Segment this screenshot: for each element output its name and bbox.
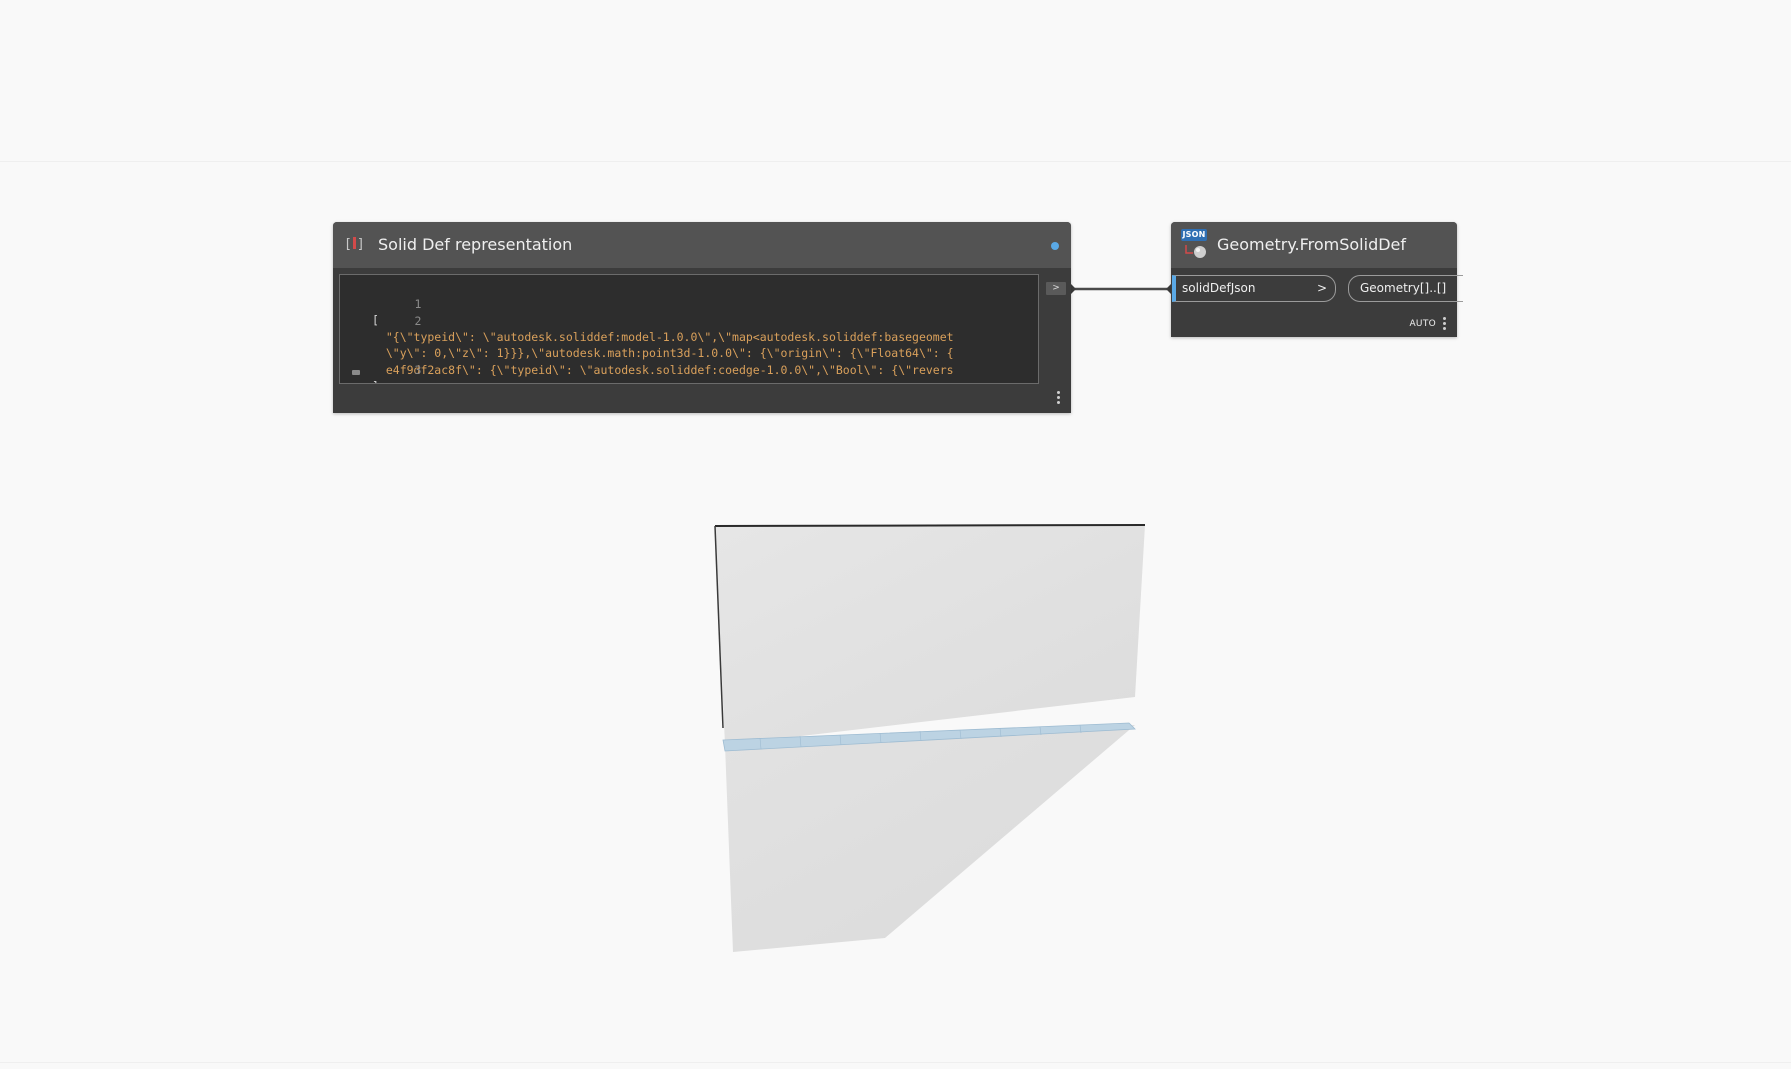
code-line: e4f9df2ac8f\": {\"typeid\": \"autodesk.s… <box>340 330 954 377</box>
code-block-icon: [] <box>344 237 365 252</box>
workspace-canvas[interactable]: [] Solid Def representation 1 [ 2 "{\"ty… <box>0 0 1791 1069</box>
input-port-label: solidDefJson <box>1182 281 1256 295</box>
geometry-sphere-icon <box>1185 245 1206 258</box>
code-block-output-port[interactable]: > <box>1046 282 1066 295</box>
workspace-divider-bottom <box>0 1062 1791 1063</box>
workspace-divider-top <box>0 161 1791 162</box>
output-port-label: Geometry[]..[] <box>1360 281 1447 295</box>
code-line: 1 [ <box>340 280 421 327</box>
code-line: \"y\": 0,\"z\": 1}}},\"autodesk.math:poi… <box>340 313 954 360</box>
code-block-node[interactable]: [] Solid Def representation 1 [ 2 "{\"ty… <box>333 222 1071 413</box>
surface-edge-left <box>714 525 724 729</box>
geometry-from-soliddef-node[interactable]: JSON Geometry.FromSolidDef solidDefJson … <box>1171 222 1463 337</box>
surface-lower-face <box>725 725 1135 952</box>
code-line: 2 "{\"typeid\": \"autodesk.soliddef:mode… <box>340 297 954 344</box>
surface-edge-top <box>714 524 1146 527</box>
code-block-node-title: Solid Def representation <box>378 235 573 254</box>
geometry-node-title: Geometry.FromSolidDef <box>1217 235 1407 254</box>
code-text: \"y\": 0,\"z\": 1}}},\"autodesk.math:poi… <box>372 346 954 360</box>
more-vertical-icon[interactable] <box>1443 317 1447 331</box>
connector-wire[interactable] <box>1071 280 1171 300</box>
chevron-right-icon[interactable]: > <box>1317 276 1327 301</box>
lacing-indicator[interactable]: AUTO <box>1409 319 1436 329</box>
surface-seam-strip <box>722 722 1136 752</box>
line-number: 1 <box>414 297 422 311</box>
code-editor[interactable]: 1 [ 2 "{\"typeid\": \"autodesk.soliddef:… <box>339 274 1039 384</box>
output-port-geometry[interactable]: Geometry[]..[] <box>1348 275 1463 302</box>
line-number: 3 <box>414 363 422 377</box>
code-block-node-header[interactable]: [] Solid Def representation <box>333 222 1071 268</box>
json-badge: JSON <box>1181 229 1207 241</box>
input-port-soliddefjson[interactable]: solidDefJson > <box>1172 275 1336 302</box>
geometry-node-header[interactable]: JSON Geometry.FromSolidDef <box>1171 222 1457 268</box>
surface-upper-face <box>715 525 1145 745</box>
fold-marker-icon[interactable] <box>352 370 360 375</box>
code-line: 3 ]; <box>340 346 421 383</box>
code-text: "{\"typeid\": \"autodesk.soliddef:model-… <box>372 330 954 344</box>
line-number: 2 <box>414 314 422 328</box>
code-text: e4f9df2ac8f\": {\"typeid\": \"autodesk.s… <box>372 363 954 377</box>
code-text: ]; <box>372 378 386 383</box>
more-vertical-icon[interactable] <box>1057 391 1061 405</box>
preview-status-dot-icon <box>1051 242 1059 250</box>
